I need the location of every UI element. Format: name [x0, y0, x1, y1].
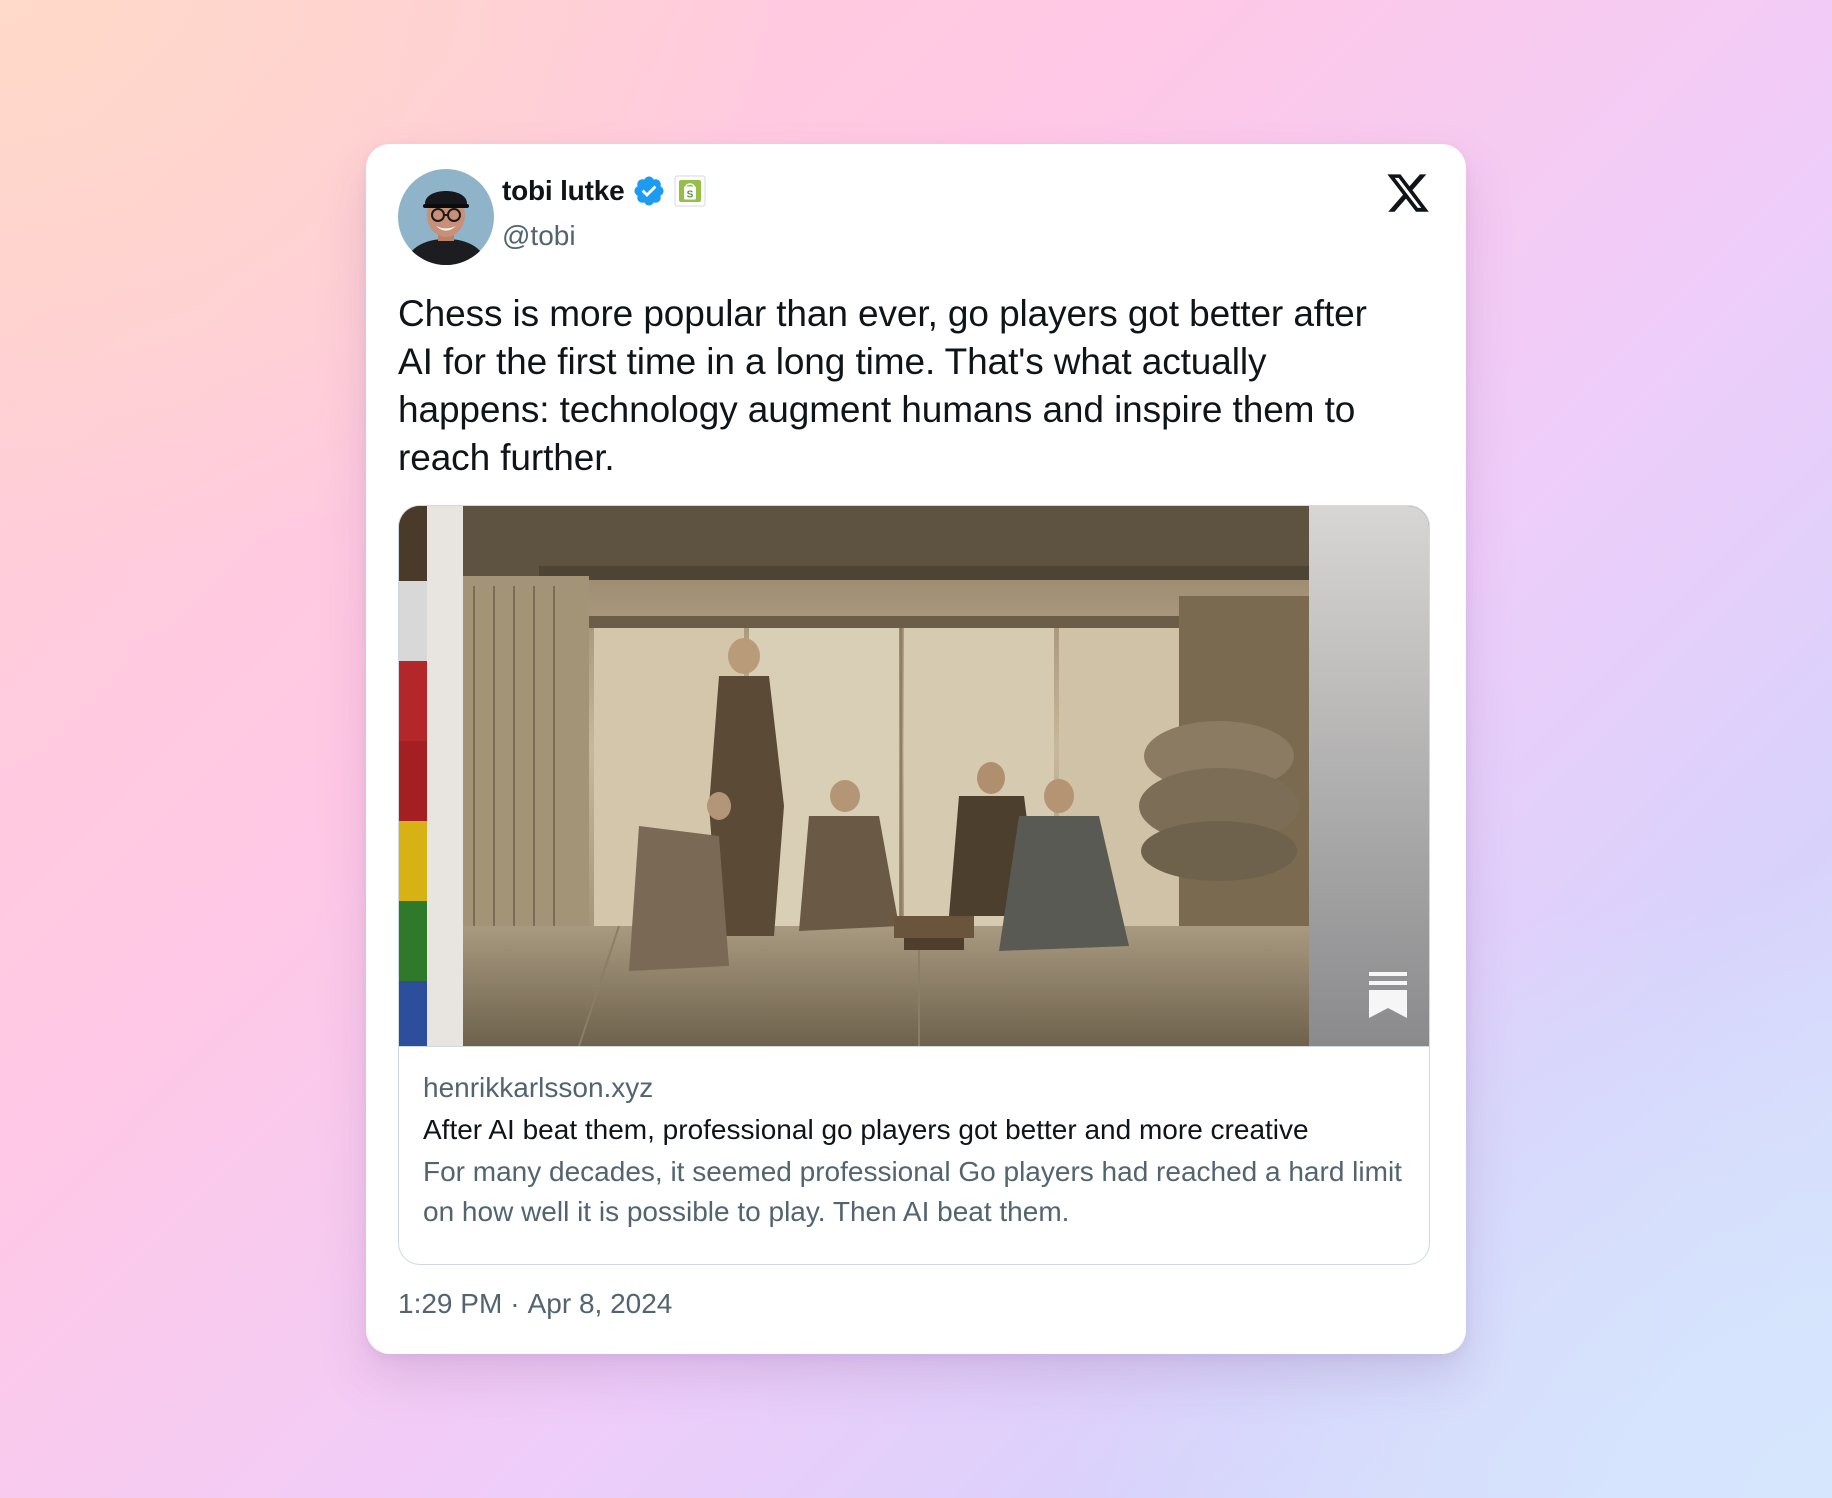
svg-text:S: S	[687, 190, 694, 201]
tweet-card: tobi lutke S @tobi Chess is more popular…	[366, 144, 1466, 1354]
x-logo-icon[interactable]	[1385, 170, 1431, 216]
author-handle[interactable]: @tobi	[502, 220, 576, 252]
author-display-name[interactable]: tobi lutke	[502, 175, 625, 207]
verified-badge-icon	[632, 174, 666, 208]
link-preview-body: henrikkarlsson.xyz After AI beat them, p…	[423, 1068, 1413, 1232]
timestamp-separator: ·	[510, 1288, 520, 1319]
link-preview-image[interactable]	[399, 506, 1429, 1047]
link-preview-card[interactable]: henrikkarlsson.xyz After AI beat them, p…	[398, 505, 1430, 1265]
timestamp-date: Apr 8, 2024	[527, 1288, 673, 1319]
link-domain: henrikkarlsson.xyz	[423, 1072, 654, 1103]
link-title: After AI beat them, professional go play…	[423, 1114, 1309, 1145]
timestamp-time: 1:29 PM	[398, 1288, 503, 1319]
author-name-row: tobi lutke S	[502, 174, 706, 208]
link-description: For many decades, it seemed professional…	[423, 1156, 1402, 1227]
tweet-text: Chess is more popular than ever, go play…	[398, 293, 1367, 478]
avatar[interactable]	[398, 169, 494, 265]
shopify-bag-icon[interactable]: S	[674, 175, 706, 207]
tweet-timestamp[interactable]: 1:29 PM · Apr 8, 2024	[398, 1288, 672, 1320]
